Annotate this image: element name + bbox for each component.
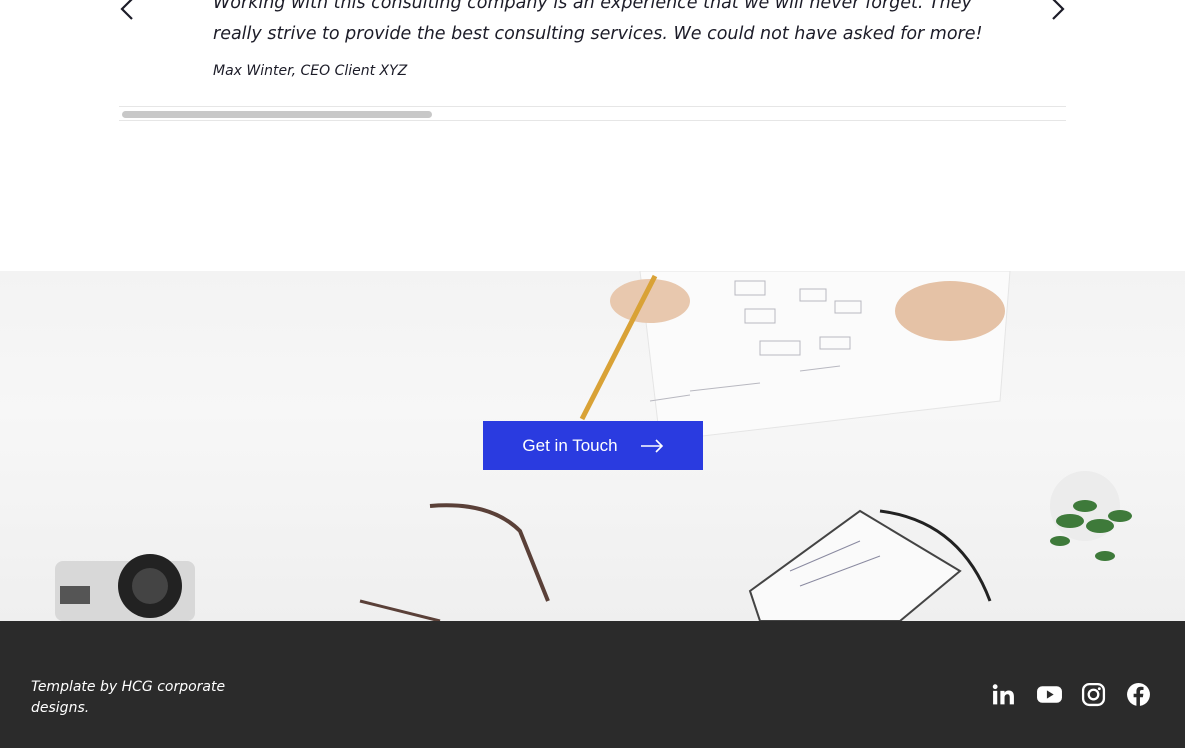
footer-credit: Template by HCG corporate designs. xyxy=(31,679,226,716)
linkedin-icon[interactable] xyxy=(991,682,1016,707)
footer: Template by HCG corporate designs. xyxy=(0,621,1185,748)
youtube-icon[interactable] xyxy=(1036,682,1062,707)
chevron-right-icon xyxy=(1052,0,1065,20)
next-slide-button[interactable] xyxy=(1046,0,1070,22)
slider-scrollbar[interactable] xyxy=(119,106,1066,121)
scrollbar-thumb[interactable] xyxy=(122,111,432,118)
chevron-left-icon xyxy=(120,0,133,20)
get-in-touch-button[interactable]: Get in Touch xyxy=(483,421,703,470)
get-in-touch-label: Get in Touch xyxy=(522,435,618,455)
previous-slide-button[interactable] xyxy=(115,0,139,22)
testimonial-author: Max Winter, CEO Client XYZ xyxy=(213,63,408,79)
testimonial-slider: Working with this consulting company is … xyxy=(0,0,1185,271)
facebook-icon[interactable] xyxy=(1126,682,1151,707)
instagram-icon[interactable] xyxy=(1081,682,1106,707)
cta-section: Get in Touch xyxy=(0,271,1185,621)
testimonial-quote: Working with this consulting company is … xyxy=(213,0,983,44)
arrow-right-icon xyxy=(640,438,664,453)
social-links xyxy=(991,682,1151,707)
